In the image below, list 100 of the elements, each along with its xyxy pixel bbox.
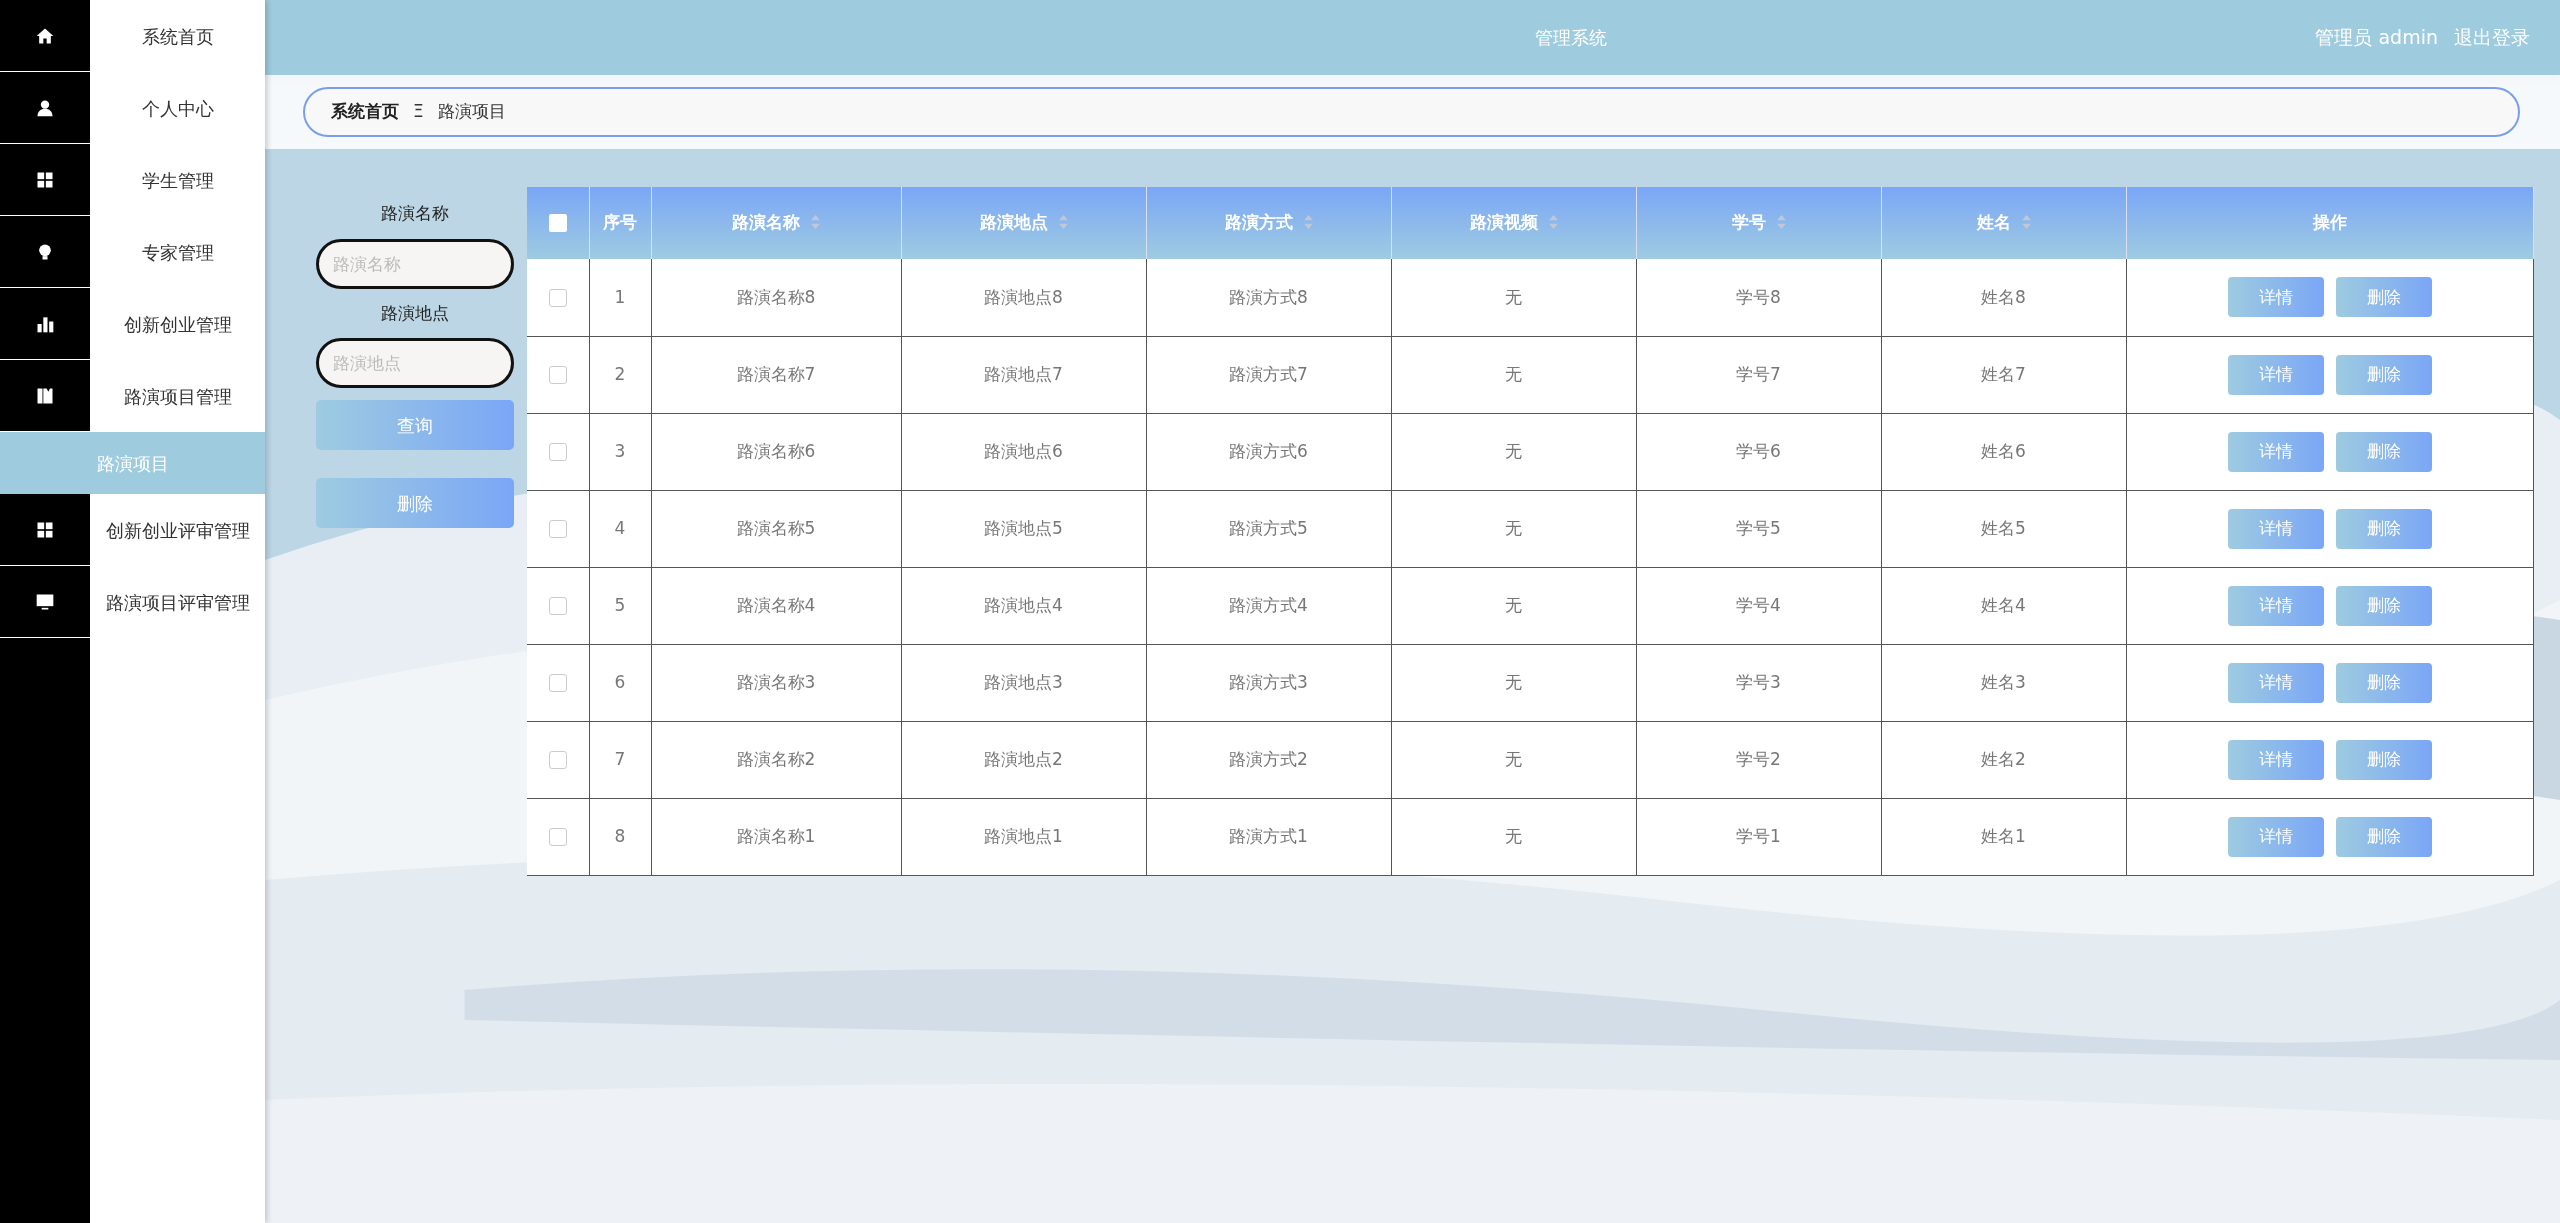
row-checkbox[interactable] [548, 519, 567, 538]
table-cell: 无 [1391, 413, 1636, 490]
detail-button[interactable]: 详情 [2227, 508, 2324, 549]
delete-button[interactable]: 删除 [316, 478, 514, 528]
table-cell: 路演方式1 [1146, 798, 1391, 875]
table-cell: 姓名8 [1881, 259, 2126, 336]
column-header: 操作 [2312, 212, 2347, 233]
search-field[interactable]: 路演名称 [316, 238, 514, 289]
column-header[interactable]: 学号 [1731, 212, 1786, 233]
table-cell: 学号5 [1636, 490, 1881, 567]
field-label: 路演名称 [381, 202, 449, 225]
detail-button[interactable]: 详情 [2227, 816, 2324, 857]
column-header[interactable]: 路演视频 [1469, 212, 1558, 233]
column-header[interactable]: 路演名称 [732, 212, 820, 233]
search-field[interactable]: 路演地点 [316, 338, 514, 388]
table-cell: 路演名称6 [651, 413, 901, 490]
row-checkbox[interactable] [548, 673, 567, 692]
column-header[interactable]: 姓名 [1976, 212, 2031, 233]
table-cell: 路演名称3 [651, 644, 901, 721]
table-cell: 学号3 [1636, 644, 1881, 721]
delete-button[interactable]: 删除 [2335, 585, 2432, 626]
table-cell: 路演名称1 [651, 798, 901, 875]
table-cell: 3 [589, 413, 651, 490]
row-checkbox[interactable] [548, 365, 567, 384]
table-cell: 无 [1391, 798, 1636, 875]
table-cell: 学号8 [1636, 259, 1881, 336]
table-cell: 姓名7 [1881, 336, 2126, 413]
table-cell: 无 [1391, 567, 1636, 644]
table-cell: 4 [589, 490, 651, 567]
table-cell: 学号6 [1636, 413, 1881, 490]
delete-button[interactable]: 删除 [2335, 354, 2432, 395]
column-header[interactable]: 路演方式 [1224, 212, 1313, 233]
delete-button[interactable]: 删除 [2335, 431, 2432, 472]
delete-button[interactable]: 删除 [2335, 739, 2432, 780]
table-cell: 姓名3 [1881, 644, 2126, 721]
table-cell: 学号4 [1636, 567, 1881, 644]
detail-button[interactable]: 详情 [2227, 431, 2324, 472]
table-cell: 路演方式7 [1146, 336, 1391, 413]
sidebar-subitem[interactable]: 路演项目 [0, 432, 265, 494]
app-title: 管理系统 [1535, 26, 1607, 50]
table-cell: 学号2 [1636, 721, 1881, 798]
table-cell: 路演名称8 [651, 259, 901, 336]
table-cell: 无 [1391, 721, 1636, 798]
row-checkbox[interactable] [548, 827, 567, 846]
table-cell: 路演地点4 [901, 567, 1146, 644]
breadcrumb-link[interactable]: 系统首页 [331, 99, 399, 125]
table-cell: 路演方式5 [1146, 490, 1391, 567]
table-cell: 无 [1391, 336, 1636, 413]
detail-button[interactable]: 详情 [2227, 585, 2324, 626]
table-cell: 学号1 [1636, 798, 1881, 875]
detail-button[interactable]: 详情 [2227, 354, 2324, 395]
detail-button[interactable]: 详情 [2227, 739, 2324, 780]
row-checkbox[interactable] [548, 596, 567, 615]
table-cell: 姓名6 [1881, 413, 2126, 490]
table-cell: 路演地点3 [901, 644, 1146, 721]
table-cell: 路演方式2 [1146, 721, 1391, 798]
breadcrumb-separator: Ξ [413, 100, 424, 124]
detail-button[interactable]: 详情 [2227, 662, 2324, 703]
table-cell: 路演名称5 [651, 490, 901, 567]
table-cell: 姓名4 [1881, 567, 2126, 644]
column-header[interactable]: 路演地点 [979, 212, 1068, 233]
table-cell: 路演地点2 [901, 721, 1146, 798]
table-cell: 学号7 [1636, 336, 1881, 413]
table-cell: 姓名5 [1881, 490, 2126, 567]
table-cell: 路演方式3 [1146, 644, 1391, 721]
table-cell: 路演名称4 [651, 567, 901, 644]
table-cell: 无 [1391, 259, 1636, 336]
table-cell: 路演地点7 [901, 336, 1146, 413]
row-checkbox[interactable] [548, 288, 567, 307]
table-cell: 路演地点8 [901, 259, 1146, 336]
table-cell: 无 [1391, 644, 1636, 721]
table-cell: 路演方式6 [1146, 413, 1391, 490]
breadcrumb-current: 路演项目 [437, 100, 506, 124]
row-checkbox[interactable] [548, 442, 567, 461]
logout-link[interactable]: 退出登录 [2454, 23, 2530, 52]
table-cell: 1 [589, 259, 651, 336]
table-cell: 7 [589, 721, 651, 798]
query-button[interactable]: 查询 [316, 400, 514, 450]
detail-button[interactable]: 详情 [2227, 277, 2324, 318]
delete-button[interactable]: 删除 [2335, 508, 2432, 549]
column-header: 序号 [603, 212, 637, 233]
table-cell: 路演名称7 [651, 336, 901, 413]
table-cell: 姓名1 [1881, 798, 2126, 875]
table-cell: 路演方式4 [1146, 567, 1391, 644]
table-cell: 5 [589, 567, 651, 644]
table-cell: 2 [589, 336, 651, 413]
field-label: 路演地点 [381, 301, 449, 325]
select-all-checkbox[interactable] [548, 214, 567, 233]
table-cell: 路演名称2 [651, 721, 901, 798]
row-checkbox[interactable] [548, 750, 567, 769]
table-cell: 无 [1391, 490, 1636, 567]
table-cell: 6 [589, 644, 651, 721]
table-cell: 8 [589, 798, 651, 875]
delete-button[interactable]: 删除 [2335, 662, 2432, 703]
table-cell: 路演方式8 [1146, 259, 1391, 336]
delete-button[interactable]: 删除 [2335, 277, 2432, 318]
table-cell: 姓名2 [1881, 721, 2126, 798]
user-label: 管理员 admin [2315, 25, 2438, 51]
table-cell: 路演地点6 [901, 413, 1146, 490]
delete-button[interactable]: 删除 [2335, 816, 2432, 857]
